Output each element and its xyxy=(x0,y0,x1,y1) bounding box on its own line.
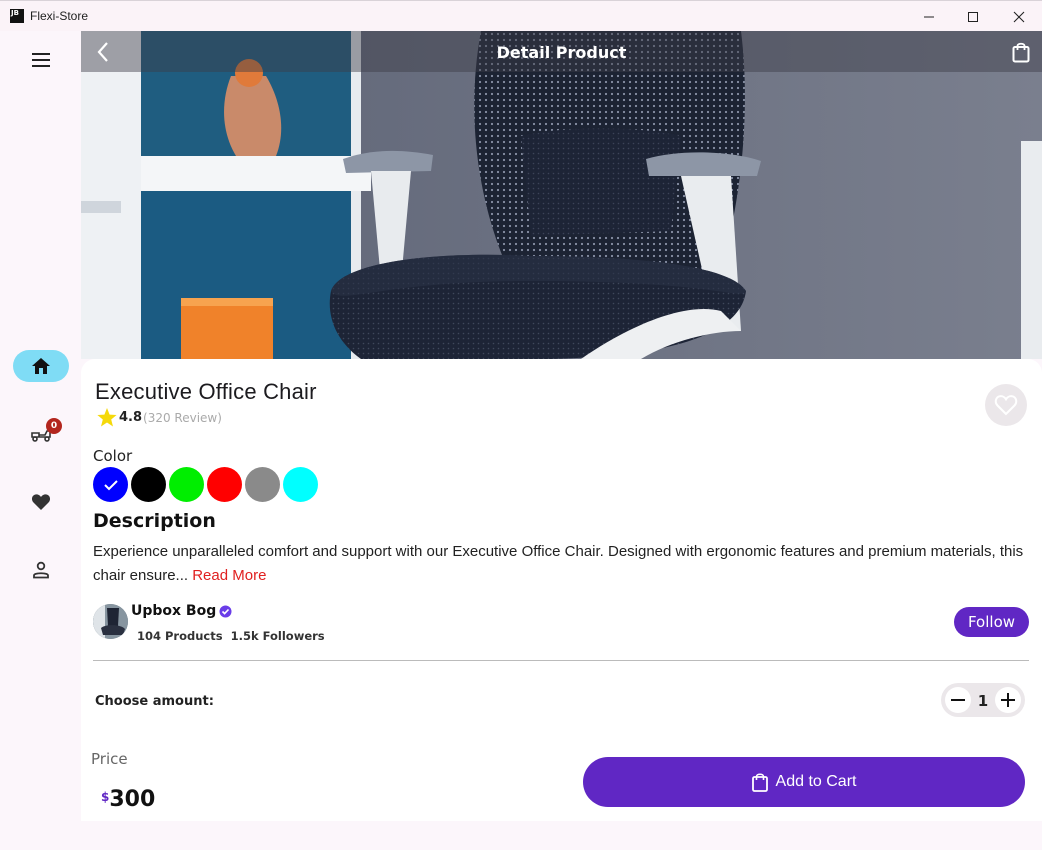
quantity-stepper: 1 xyxy=(941,683,1025,717)
check-icon xyxy=(103,479,118,490)
seller-name-text: Upbox Bog xyxy=(131,603,217,619)
close-button[interactable] xyxy=(996,1,1042,32)
person-icon xyxy=(33,561,49,579)
maximize-button[interactable] xyxy=(950,1,996,32)
description-text: Experience unparalleled comfort and supp… xyxy=(93,540,1042,588)
verified-badge-icon xyxy=(219,605,232,617)
minus-icon xyxy=(951,699,965,701)
top-app-bar: Detail Product xyxy=(81,31,1042,72)
heart-outline-icon xyxy=(994,395,1018,416)
rating-value: 4.8 xyxy=(119,410,143,425)
minimize-button[interactable] xyxy=(906,1,952,32)
page-title: Detail Product xyxy=(496,43,627,62)
avatar-image xyxy=(93,604,128,639)
price-value: 300 xyxy=(109,787,156,812)
product-image: Detail Product xyxy=(81,31,1042,359)
decrease-button[interactable] xyxy=(945,687,971,713)
minimize-icon xyxy=(924,16,934,17)
shopping-bag-button[interactable] xyxy=(1009,40,1033,64)
color-swatch[interactable] xyxy=(131,467,166,502)
color-swatch[interactable] xyxy=(169,467,204,502)
shopping-bag-icon xyxy=(751,773,768,792)
close-icon xyxy=(1013,11,1025,22)
heart-icon xyxy=(31,494,51,510)
rating: 4.8 (320 Review) xyxy=(97,408,222,427)
add-to-cart-button[interactable]: Add to Cart xyxy=(583,757,1025,807)
seller-avatar[interactable] xyxy=(93,604,128,639)
nav-item-profile[interactable] xyxy=(13,554,69,586)
plus-icon xyxy=(1001,693,1015,707)
app-icon: JB xyxy=(10,9,24,23)
color-swatch[interactable] xyxy=(207,467,242,502)
price: $ 300 xyxy=(101,787,155,812)
increase-button[interactable] xyxy=(995,687,1021,713)
menu-button[interactable] xyxy=(25,48,57,72)
color-label: Color xyxy=(93,447,133,465)
shopping-bag-icon xyxy=(1012,42,1030,63)
divider xyxy=(93,660,1029,661)
seller-stats: 104 Products 1.5k Followers xyxy=(137,629,325,643)
cart-badge: 0 xyxy=(46,418,62,434)
price-label: Price xyxy=(91,750,128,768)
maximize-icon xyxy=(968,11,978,22)
color-swatch[interactable] xyxy=(283,467,318,502)
price-currency: $ xyxy=(101,790,110,804)
seller-name: Upbox Bog xyxy=(131,603,232,619)
bottom-strip xyxy=(81,821,1042,850)
navigation-rail: 0 xyxy=(0,31,81,850)
star-icon xyxy=(97,408,117,427)
read-more-link[interactable]: Read More xyxy=(192,567,266,584)
window-titlebar: JB Flexi-Store xyxy=(0,0,1042,31)
favorite-button[interactable] xyxy=(985,384,1027,426)
nav-item-favorites[interactable] xyxy=(13,486,69,518)
amount-label: Choose amount: xyxy=(95,694,214,709)
review-count: (320 Review) xyxy=(143,410,222,425)
hamburger-menu-icon xyxy=(32,53,50,67)
follow-button[interactable]: Follow xyxy=(954,607,1029,637)
product-name: Executive Office Chair xyxy=(95,379,317,404)
seller-followers: 1.5k Followers xyxy=(230,629,325,643)
window-title: Flexi-Store xyxy=(30,9,89,23)
quantity-value: 1 xyxy=(977,692,989,710)
nav-item-home[interactable] xyxy=(13,350,69,382)
color-swatch[interactable] xyxy=(93,467,128,502)
home-icon xyxy=(32,358,50,374)
seller-products: 104 Products xyxy=(137,629,223,643)
product-details: Executive Office Chair 4.8 (320 Review) … xyxy=(81,359,1042,821)
office-chair-photo xyxy=(81,31,1042,359)
nav-item-orders[interactable]: 0 xyxy=(13,418,69,450)
add-to-cart-label: Add to Cart xyxy=(775,773,857,790)
color-swatch[interactable] xyxy=(245,467,280,502)
description-title: Description xyxy=(93,510,216,532)
color-swatches xyxy=(93,467,318,502)
